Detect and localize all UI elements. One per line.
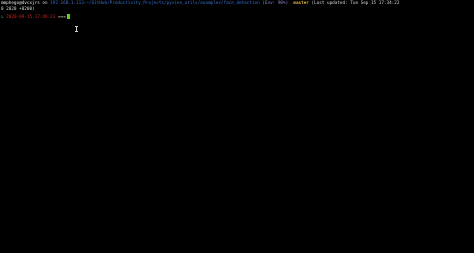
prompt-symbol: ≈≈≈ bbox=[57, 14, 66, 20]
working-directory: 192.168.1.113:~/GitHub/Productivity_Proj… bbox=[50, 1, 260, 6]
git-branch: master bbox=[290, 1, 312, 6]
text-cursor bbox=[66, 13, 70, 19]
command-line[interactable]: ↳ 2020-09-15 17:49:23 ≈≈≈ bbox=[1, 13, 70, 21]
prompt-line: mmphego@dvcxjrs on 192.168.1.113:~/GitHu… bbox=[1, 1, 399, 7]
prompt-line-continued: 0 2020 +0200) bbox=[1, 7, 35, 13]
on-text: on bbox=[39, 1, 51, 6]
user-host: mmphego@dvcxjrs bbox=[1, 1, 40, 6]
last-updated-continued: 0 2020 +0200) bbox=[1, 7, 35, 12]
env-info: (Env: 90%) bbox=[259, 1, 291, 6]
prompt-timestamp: 2020-09-15 17:49:23 bbox=[3, 14, 58, 20]
terminal-window[interactable]: mmphego@dvcxjrs on 192.168.1.113:~/GitHu… bbox=[0, 0, 474, 253]
last-updated: (Last updated: Tue Sep 15 17:34:22 bbox=[311, 1, 400, 6]
ibeam-pointer-icon bbox=[75, 26, 78, 32]
